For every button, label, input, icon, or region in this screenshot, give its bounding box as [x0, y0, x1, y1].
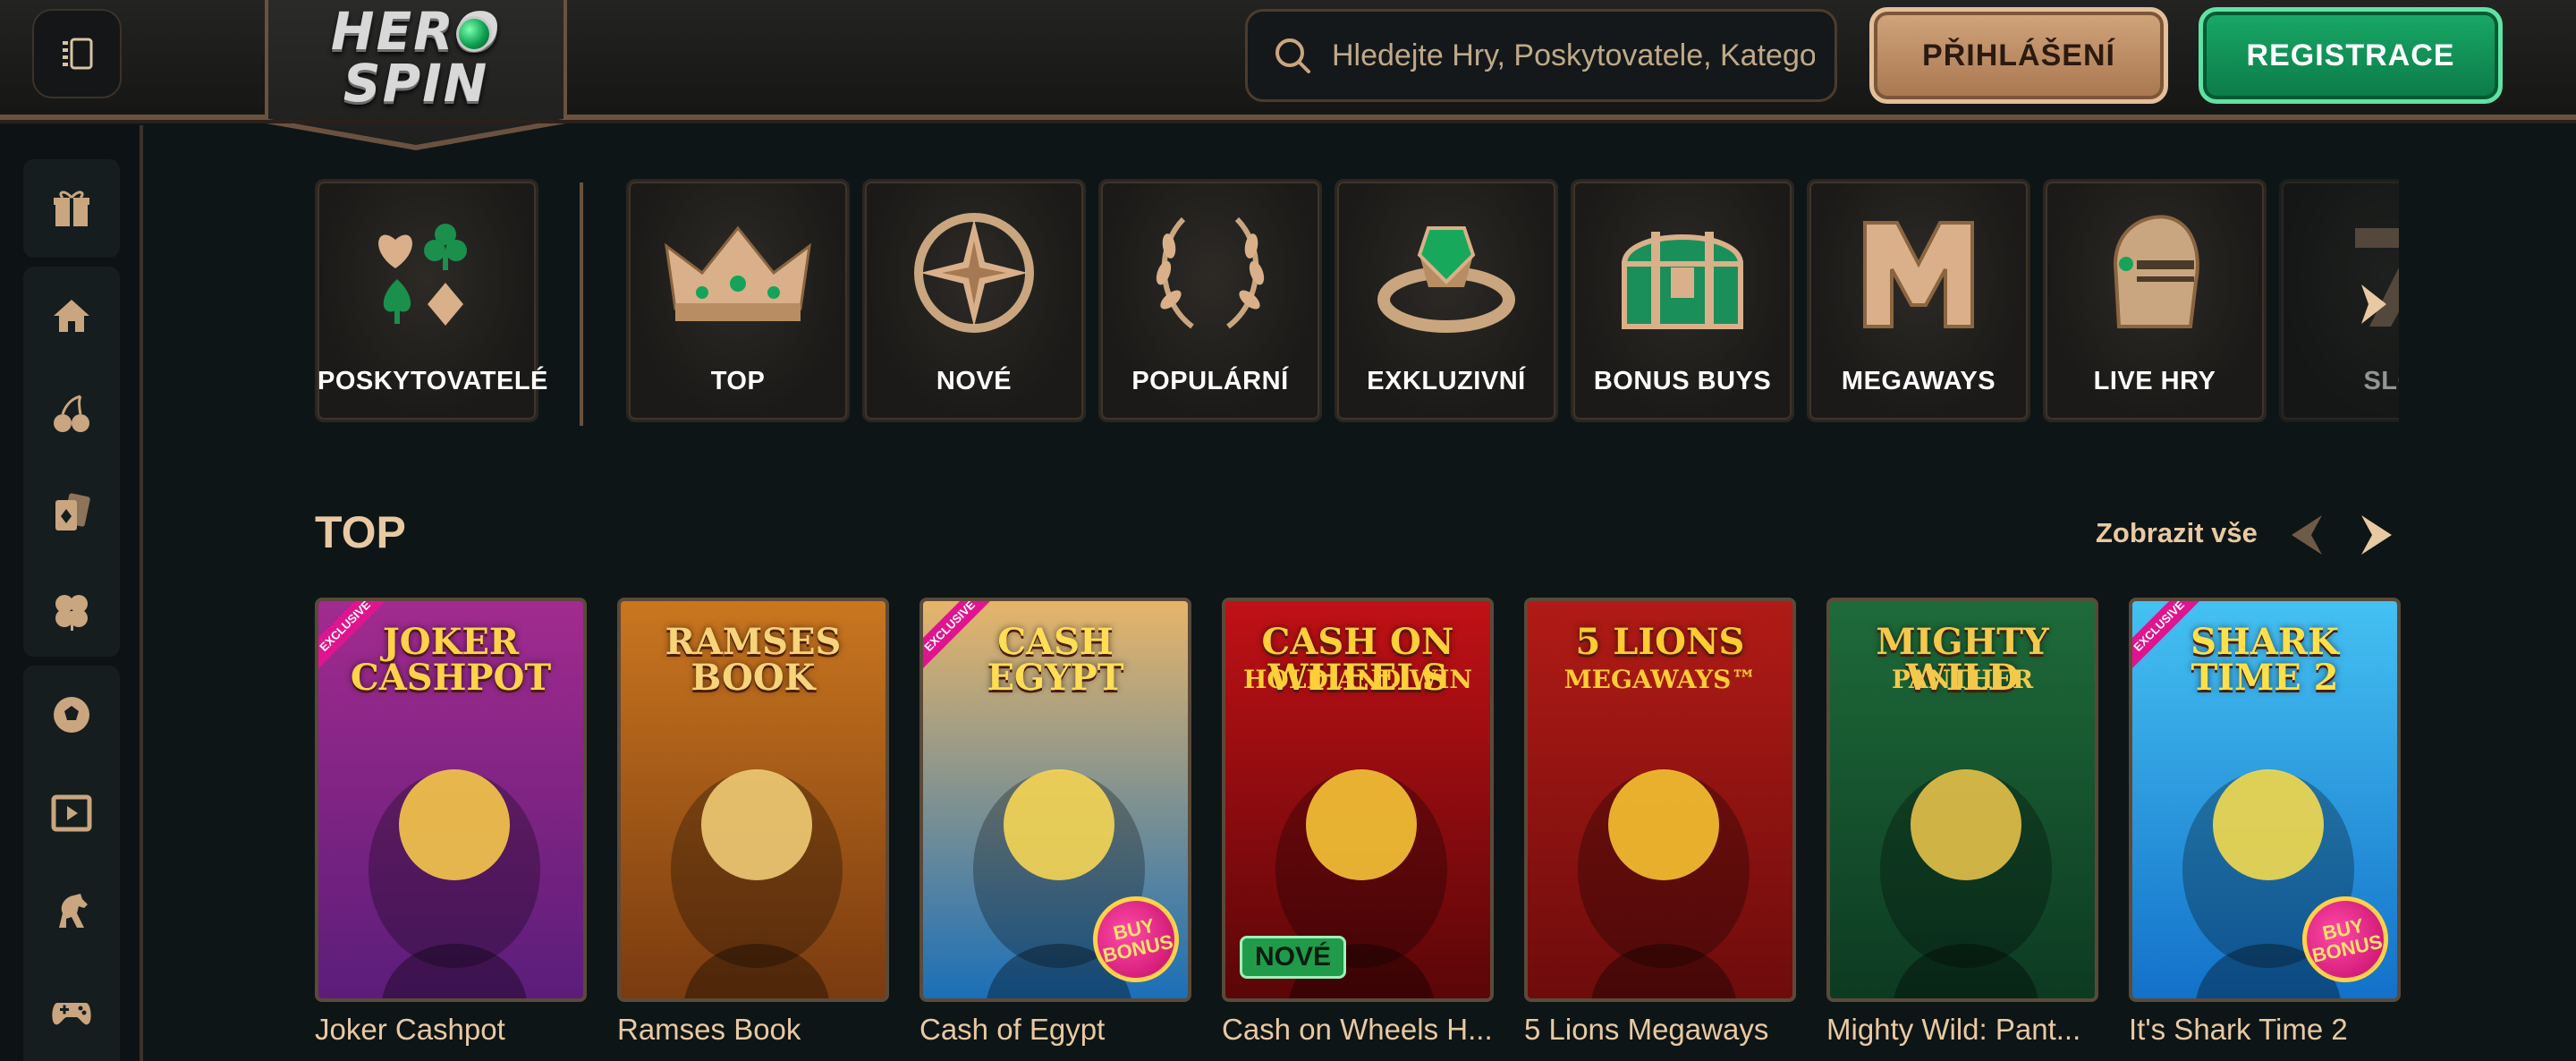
m-letter-icon [1809, 201, 2028, 344]
game-art-title: SHARK TIME 2 [2190, 621, 2339, 699]
game-art-subtitle: PANTHER [1891, 665, 2034, 694]
category-label: MEGAWAYS [1841, 367, 1996, 395]
game-tile[interactable]: CASH ON WHEELS HOLD AND WIN NOVÉ Cash on Wh… [1222, 598, 1494, 1047]
category-label: POPULÁRNÍ [1131, 367, 1289, 395]
game-name[interactable]: It's Shark Time 2 [2129, 1013, 2401, 1047]
cards-icon [55, 493, 90, 530]
category-providers[interactable]: POSKYTOVATELÉ [315, 179, 548, 422]
category-label: BONUS BUYS [1593, 367, 1772, 395]
sidebar-item-racing[interactable] [23, 862, 120, 961]
home-icon [54, 300, 89, 332]
game-art-subtitle: MEGAWAYS™ [1563, 665, 1757, 694]
game-thumbnail[interactable]: SHARK TIME 2 EXCLUSIVE BUY BONUS [2129, 598, 2401, 1002]
soccer-ball-icon [54, 697, 89, 733]
sidebar-item-promotions[interactable] [23, 159, 120, 258]
category-label: NOVÉ [936, 367, 1013, 395]
game-thumbnail[interactable]: CASH ON WHEELS HOLD AND WIN NOVÉ [1222, 598, 1494, 1002]
category-popular[interactable]: POPULÁRNÍ [1098, 179, 1322, 422]
search-box[interactable] [1245, 9, 1837, 102]
category-label: TOP [710, 367, 766, 395]
game-tile[interactable]: SHARK TIME 2 EXCLUSIVE BUY BONUS It's Shark… [2129, 598, 2401, 1047]
logo-word: HERO [330, 1, 502, 62]
game-name[interactable]: Joker Cashpot [315, 1013, 587, 1047]
horse-icon [59, 894, 88, 928]
game-name[interactable]: Mighty Wild: Pant... [1826, 1013, 2098, 1047]
gift-icon [54, 191, 89, 226]
card-suits-icon [318, 201, 536, 344]
sidebar-item-slots[interactable] [23, 365, 120, 463]
logo[interactable]: HERO SPIN [268, 5, 564, 109]
game-name[interactable]: Cash on Wheels H... [1222, 1013, 1494, 1047]
category-label: LIVE HRY [2093, 367, 2216, 395]
category-strip: POSKYTOVATELÉ TOP NOVÉ POPULÁRNÍ EXKLUZI… [315, 179, 2399, 426]
category-divider [580, 182, 583, 426]
game-tile[interactable]: CASH EGYPT EXCLUSIVE BUY BONUS Cash of Egyp… [919, 598, 1191, 1047]
see-all-link[interactable]: Zobrazit vše [2096, 517, 2258, 549]
gamepad-icon [52, 1003, 91, 1025]
category-label: SLO [2363, 367, 2399, 395]
chevron-left-icon[interactable] [2286, 512, 2326, 558]
game-tile[interactable]: RAMSES BOOK Ramses Book [617, 598, 889, 1047]
category-exclusive[interactable]: EXKLUZIVNÍ [1335, 179, 1558, 422]
category-label: EXKLUZIVNÍ [1367, 367, 1526, 395]
game-thumbnail[interactable]: MIGHTY WILD PANTHER [1826, 598, 2098, 1002]
category-new[interactable]: NOVÉ [862, 179, 1086, 422]
new-badge: NOVÉ [1240, 936, 1347, 979]
crown-icon [629, 201, 847, 344]
chevron-right-icon[interactable] [2358, 512, 2397, 558]
live-video-icon [51, 794, 92, 832]
game-thumbnail[interactable]: RAMSES BOOK [617, 598, 889, 1002]
category-top[interactable]: TOP [626, 179, 850, 422]
sidebar-item-home[interactable] [23, 267, 120, 365]
game-art-title: JOKER CASHPOT [350, 621, 552, 699]
game-thumbnail[interactable]: JOKER CASHPOT EXCLUSIVE [315, 598, 587, 1002]
game-name[interactable]: 5 Lions Megaways [1524, 1013, 1796, 1047]
category-bonus-buys[interactable]: BONUS BUYS [1571, 179, 1794, 422]
chest-icon [1573, 201, 1792, 344]
logo-word: SPIN [343, 53, 489, 114]
search-input[interactable] [1332, 38, 1815, 73]
game-thumbnail[interactable]: CASH EGYPT EXCLUSIVE BUY BONUS [919, 598, 1191, 1002]
sidebar [0, 125, 143, 1061]
category-label: POSKYTOVATELÉ [318, 367, 548, 395]
game-art-title: RAMSES BOOK [665, 621, 842, 699]
sidebar-item-table-games[interactable] [23, 463, 120, 562]
game-name[interactable]: Ramses Book [617, 1013, 889, 1047]
category-live-games[interactable]: LIVE HRY [2043, 179, 2267, 422]
top-bar: HEROSPIN PŘIHLÁŠENÍ REGISTRACE [0, 0, 2576, 150]
category-megaways[interactable]: MEGAWAYS [1807, 179, 2030, 422]
game-thumbnail[interactable]: 5 LIONS MEGAWAYS™ [1524, 598, 1796, 1002]
logo-gem-icon [456, 16, 492, 52]
game-carousel: JOKER CASHPOT EXCLUSIVE Joker Cashpot RAMSE… [315, 598, 2408, 1061]
ring-icon [1337, 201, 1555, 344]
search-icon [1275, 38, 1310, 73]
compass-star-icon [865, 201, 1083, 344]
sidebar-item-sports[interactable] [23, 666, 120, 764]
login-button[interactable]: PŘIHLÁŠENÍ [1869, 7, 2168, 104]
game-tile[interactable]: MIGHTY WILD PANTHER Mighty Wild: Pant... [1826, 598, 2098, 1047]
menu-toggle-button[interactable] [32, 9, 122, 98]
cherry-icon [54, 395, 89, 432]
register-button[interactable]: REGISTRACE [2199, 7, 2503, 104]
sidebar-item-live-casino[interactable] [23, 764, 120, 862]
menu-icon [63, 38, 93, 70]
game-art-subtitle: HOLD AND WIN [1242, 665, 1473, 694]
game-name[interactable]: Cash of Egypt [919, 1013, 1191, 1047]
laurel-icon [1101, 201, 1319, 344]
game-tile[interactable]: 5 LIONS MEGAWAYS™ 5 Lions Megaways [1524, 598, 1796, 1047]
sidebar-item-esports[interactable] [23, 961, 120, 1059]
sidebar-item-lucky[interactable] [23, 562, 120, 660]
game-tile[interactable]: JOKER CASHPOT EXCLUSIVE Joker Cashpot [315, 598, 587, 1047]
clover-icon [55, 595, 88, 631]
game-art-title: 5 LIONS [1575, 621, 1745, 663]
helmet-icon [2046, 201, 2264, 344]
section-title: TOP [315, 507, 406, 557]
game-art-title: CASH EGYPT [987, 621, 1124, 699]
category-next-arrow-icon[interactable] [2356, 279, 2392, 329]
